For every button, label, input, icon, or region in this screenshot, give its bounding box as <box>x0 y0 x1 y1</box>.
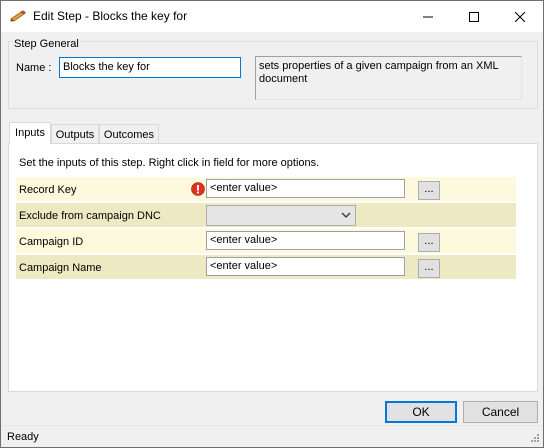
name-label: Name : <box>16 62 52 74</box>
record-key-label: Record Key <box>19 184 77 196</box>
campaign-name-field[interactable]: <enter value> <box>206 257 405 276</box>
edit-step-window: Edit Step - Blocks the key for Step Gene… <box>0 0 544 448</box>
tab-outputs[interactable]: Outputs <box>51 124 99 144</box>
tab-outcomes[interactable]: Outcomes <box>99 124 159 144</box>
campaign-name-browse-button[interactable]: ... <box>418 259 440 278</box>
input-row-campaign-name: Campaign Name <enter value> ... <box>16 255 516 279</box>
minimize-icon <box>423 16 433 17</box>
input-row-record-key: Record Key <enter value> ... <box>16 177 516 201</box>
campaign-id-label: Campaign ID <box>19 236 84 248</box>
exclude-dnc-dropdown[interactable] <box>206 205 356 226</box>
inputs-instructions: Set the inputs of this step. Right click… <box>19 157 320 169</box>
resize-grip-icon[interactable] <box>528 433 540 445</box>
maximize-button[interactable] <box>451 1 497 32</box>
step-description: sets properties of a given campaign from… <box>255 56 522 100</box>
warning-icon <box>191 182 205 196</box>
close-button[interactable] <box>497 1 543 32</box>
ok-button[interactable]: OK <box>385 401 457 423</box>
record-key-field[interactable]: <enter value> <box>206 179 405 198</box>
campaign-id-browse-button[interactable]: ... <box>418 233 440 252</box>
minimize-button[interactable] <box>405 1 451 32</box>
tab-inputs[interactable]: Inputs <box>9 122 51 144</box>
window-title: Edit Step - Blocks the key for <box>33 9 188 23</box>
name-input[interactable]: Blocks the key for <box>59 57 241 78</box>
input-row-campaign-id: Campaign ID <enter value> ... <box>16 229 516 253</box>
record-key-browse-button[interactable]: ... <box>418 181 440 200</box>
title-bar[interactable]: Edit Step - Blocks the key for <box>1 1 543 32</box>
input-row-exclude-dnc: Exclude from campaign DNC <box>16 203 516 227</box>
status-bar <box>1 425 543 447</box>
campaign-name-label: Campaign Name <box>19 262 102 274</box>
exclude-dnc-label: Exclude from campaign DNC <box>19 210 161 222</box>
campaign-id-field[interactable]: <enter value> <box>206 231 405 250</box>
cancel-button[interactable]: Cancel <box>463 401 538 423</box>
status-text: Ready <box>7 431 39 443</box>
chevron-down-icon <box>341 212 351 218</box>
maximize-icon <box>469 11 479 22</box>
step-general-label: Step General <box>13 38 80 50</box>
close-icon <box>515 11 525 22</box>
pencil-icon <box>10 10 26 22</box>
